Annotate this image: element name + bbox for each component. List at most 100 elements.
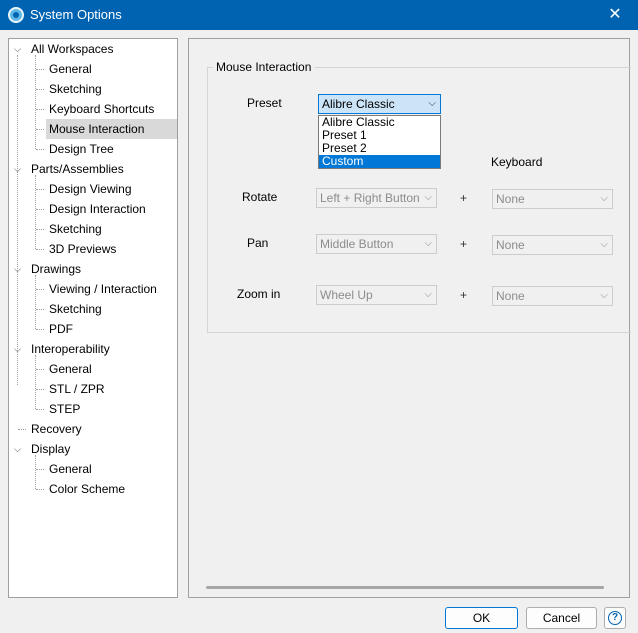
zoom-in-keyboard-select[interactable]: None ⌵ bbox=[492, 286, 613, 306]
tree-item[interactable]: Viewing / Interaction bbox=[46, 279, 160, 299]
tree-item[interactable]: Design Tree bbox=[46, 139, 117, 159]
rotate-keyboard-value: None bbox=[496, 192, 525, 206]
tree-group-label: Recovery bbox=[31, 422, 82, 436]
tree-connector bbox=[36, 89, 44, 90]
chevron-down-icon: ⌵ bbox=[424, 289, 432, 300]
pan-mouse-value: Middle Button bbox=[320, 237, 394, 251]
rotate-mouse-value: Left + Right Button bbox=[320, 191, 420, 205]
tree-connector bbox=[36, 389, 44, 390]
tree-connector bbox=[36, 109, 44, 110]
zoom-in-mouse-value: Wheel Up bbox=[320, 288, 373, 302]
tree-connector bbox=[36, 129, 44, 130]
preset-label: Preset bbox=[247, 96, 282, 110]
tree-item-label: Sketching bbox=[49, 82, 102, 96]
tree-connector bbox=[36, 409, 44, 410]
tree-item[interactable]: STEP bbox=[46, 399, 83, 419]
tree-item-label: Keyboard Shortcuts bbox=[49, 102, 155, 116]
pan-keyboard-select[interactable]: None ⌵ bbox=[492, 235, 613, 255]
tree-group-item[interactable]: Interoperability bbox=[28, 339, 113, 359]
tree-item-label: STL / ZPR bbox=[49, 382, 105, 396]
chevron-down-icon: ⌵ bbox=[600, 290, 608, 301]
tree-connector bbox=[36, 209, 44, 210]
tree-connector bbox=[36, 489, 44, 490]
tree-item[interactable]: STL / ZPR bbox=[46, 379, 108, 399]
tree-item[interactable]: Sketching bbox=[46, 219, 105, 239]
tree-item[interactable]: Keyboard Shortcuts bbox=[46, 99, 157, 119]
tree-item-label: Color Scheme bbox=[49, 482, 126, 496]
tree-connector bbox=[35, 175, 36, 249]
preset-options-list: Alibre Classic Preset 1 Preset 2 Custom bbox=[318, 115, 441, 169]
tree-item-label: General bbox=[49, 362, 92, 376]
tree-connector bbox=[36, 369, 44, 370]
tree-connector bbox=[35, 355, 36, 409]
tree-group-item[interactable]: Drawings bbox=[28, 259, 84, 279]
tree-connector bbox=[36, 329, 44, 330]
chevron-down-icon: ⌵ bbox=[600, 239, 608, 250]
tree-group-item[interactable]: All Workspaces bbox=[28, 39, 116, 59]
tree-connector bbox=[36, 289, 44, 290]
preset-option-highlighted[interactable]: Custom bbox=[319, 155, 440, 168]
tree-item-label: Sketching bbox=[49, 222, 102, 236]
tree-connector bbox=[36, 69, 44, 70]
tree-item[interactable]: 3D Previews bbox=[46, 239, 119, 259]
title-bar: System Options ✕ bbox=[0, 0, 638, 30]
tree-connector bbox=[36, 149, 44, 150]
tree-connector bbox=[36, 469, 44, 470]
options-tree: ⌵ All Workspaces General Sketching Keyboard … bbox=[8, 38, 178, 598]
preset-value: Alibre Classic bbox=[322, 97, 395, 111]
expander-icon[interactable]: ⌵ bbox=[13, 439, 22, 459]
tree-item-label: Design Tree bbox=[49, 142, 114, 156]
tree-group-item[interactable]: Parts/Assemblies bbox=[28, 159, 127, 179]
tree-connector bbox=[36, 189, 44, 190]
rotate-keyboard-select[interactable]: None ⌵ bbox=[492, 189, 613, 209]
chevron-down-icon: ⌵ bbox=[600, 193, 608, 204]
pan-mouse-select[interactable]: Middle Button ⌵ bbox=[316, 234, 437, 254]
tree-item-label: Viewing / Interaction bbox=[49, 282, 157, 296]
tree-item[interactable]: PDF bbox=[46, 319, 76, 339]
tree-item[interactable]: General bbox=[46, 459, 95, 479]
rotate-mouse-select[interactable]: Left + Right Button ⌵ bbox=[316, 188, 437, 208]
group-title: Mouse Interaction bbox=[213, 60, 315, 74]
chevron-down-icon: ⌵ bbox=[428, 98, 436, 109]
tree-connector bbox=[36, 249, 44, 250]
ok-button[interactable]: OK bbox=[445, 607, 518, 629]
tree-item[interactable]: Sketching bbox=[46, 299, 105, 319]
tree-item[interactable]: Sketching bbox=[46, 79, 105, 99]
zoom-in-keyboard-value: None bbox=[496, 289, 525, 303]
tree-item-label: Sketching bbox=[49, 302, 102, 316]
tree-item[interactable]: Design Viewing bbox=[46, 179, 135, 199]
tree-group-label: Interoperability bbox=[31, 342, 110, 356]
zoom-in-mouse-select[interactable]: Wheel Up ⌵ bbox=[316, 285, 437, 305]
tree-item-label: PDF bbox=[49, 322, 73, 336]
cancel-button[interactable]: Cancel bbox=[526, 607, 597, 629]
tree-item[interactable]: Design Interaction bbox=[46, 199, 149, 219]
chevron-down-icon: ⌵ bbox=[424, 192, 432, 203]
tree-item-selected[interactable]: Mouse Interaction bbox=[46, 119, 177, 139]
plus-sign: + bbox=[460, 288, 468, 302]
tree-group-item[interactable]: Recovery bbox=[28, 419, 85, 439]
tree-connector bbox=[35, 455, 36, 489]
tree-item-label: Design Interaction bbox=[49, 202, 146, 216]
help-icon: ? bbox=[608, 611, 622, 625]
tree-item-label: General bbox=[49, 462, 92, 476]
keyboard-header: Keyboard bbox=[491, 155, 543, 169]
tree-item[interactable]: Color Scheme bbox=[46, 479, 128, 499]
tree-item[interactable]: General bbox=[46, 359, 95, 379]
preset-dropdown[interactable]: Alibre Classic ⌵ bbox=[318, 94, 441, 114]
tree-item-label: Design Viewing bbox=[49, 182, 132, 196]
zoom-in-label: Zoom in bbox=[237, 287, 281, 301]
tree-item[interactable]: General bbox=[46, 59, 95, 79]
chevron-down-icon: ⌵ bbox=[424, 238, 432, 249]
tree-connector bbox=[36, 229, 44, 230]
tree-item-label: Mouse Interaction bbox=[46, 119, 177, 139]
help-button[interactable]: ? bbox=[604, 607, 626, 629]
pan-keyboard-value: None bbox=[496, 238, 525, 252]
tree-item-label: 3D Previews bbox=[49, 242, 117, 256]
tree-group-label: Parts/Assemblies bbox=[31, 162, 124, 176]
close-icon[interactable]: ✕ bbox=[592, 0, 638, 30]
tree-group-label: All Workspaces bbox=[31, 42, 114, 56]
gear-icon bbox=[8, 7, 24, 23]
tree-connector bbox=[35, 275, 36, 329]
tree-connector bbox=[18, 429, 26, 430]
horizontal-scrollbar[interactable] bbox=[206, 586, 604, 589]
